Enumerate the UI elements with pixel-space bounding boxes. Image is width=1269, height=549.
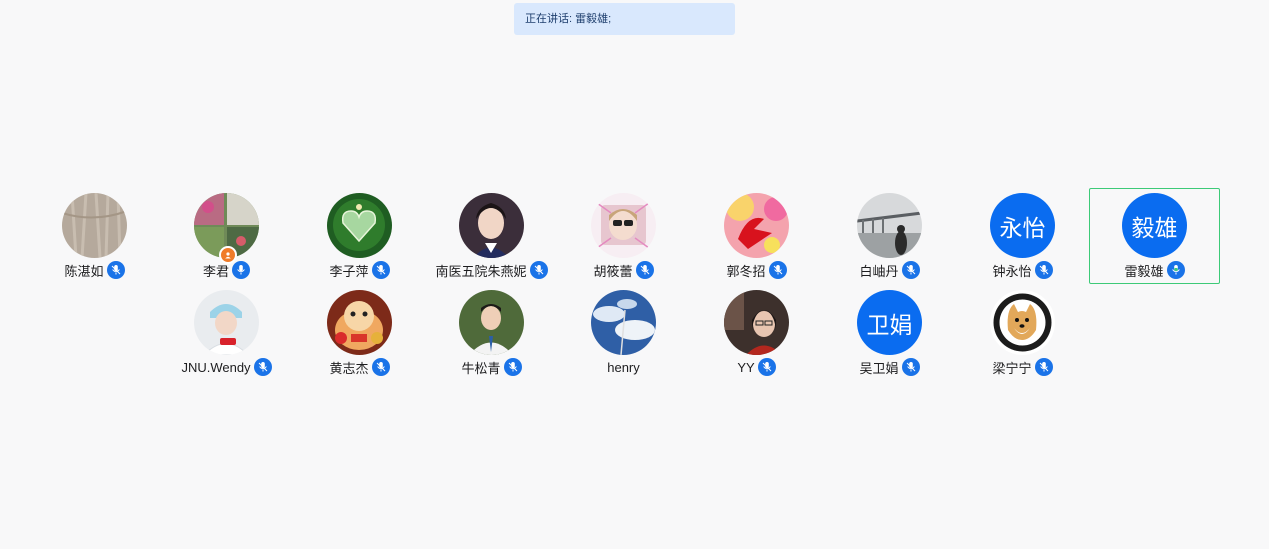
participant-tile[interactable]: JNU.Wendy bbox=[161, 285, 292, 381]
participant-name: JNU.Wendy bbox=[181, 359, 251, 375]
mic-muted-icon[interactable] bbox=[529, 261, 548, 279]
participant-tile[interactable]: 卫娟 吴卫娟 bbox=[824, 285, 955, 381]
participant-tile[interactable]: 李子萍 bbox=[294, 188, 425, 284]
participant-grid: 陈湛如 李君 李子萍 南医五院朱燕妮 胡筱蕾 郭冬招 白岫丹 永怡 钟永怡 毅雄… bbox=[0, 0, 1269, 549]
participant-name: 钟永怡 bbox=[992, 263, 1032, 279]
avatar bbox=[990, 290, 1055, 355]
avatar bbox=[327, 193, 392, 258]
participant-tile[interactable]: YY bbox=[691, 285, 822, 381]
mic-muted-icon[interactable] bbox=[757, 358, 776, 376]
avatar bbox=[459, 290, 524, 355]
avatar bbox=[459, 193, 524, 258]
participant-tile[interactable]: 白岫丹 bbox=[824, 188, 955, 284]
participant-name: 黄志杰 bbox=[329, 360, 369, 376]
participant-name: 白岫丹 bbox=[859, 263, 899, 279]
avatar bbox=[591, 193, 656, 258]
avatar: 卫娟 bbox=[857, 290, 922, 355]
participant-name: 胡筱蕾 bbox=[593, 263, 633, 279]
participant-tile[interactable]: 李君 bbox=[161, 188, 292, 284]
mic-muted-icon[interactable] bbox=[503, 358, 522, 376]
mic-muted-icon[interactable] bbox=[901, 261, 920, 279]
participant-name: 陈湛如 bbox=[64, 263, 104, 279]
participant-name: 李子萍 bbox=[329, 263, 369, 279]
mic-speaking-icon[interactable] bbox=[1166, 261, 1185, 279]
avatar bbox=[327, 290, 392, 355]
mic-muted-icon[interactable] bbox=[253, 358, 272, 376]
participant-tile-active-speaker[interactable]: 毅雄 雷毅雄 bbox=[1089, 188, 1220, 284]
avatar bbox=[194, 290, 259, 355]
participant-name: henry bbox=[607, 359, 640, 375]
participant-name: 雷毅雄 bbox=[1124, 263, 1164, 279]
participant-tile[interactable]: 郭冬招 bbox=[691, 188, 822, 284]
mic-icon[interactable] bbox=[232, 261, 250, 279]
participant-tile[interactable]: henry bbox=[558, 285, 689, 381]
participant-name: 郭冬招 bbox=[726, 263, 766, 279]
mic-muted-icon[interactable] bbox=[371, 358, 390, 376]
participant-name: YY bbox=[737, 359, 755, 375]
mic-muted-icon[interactable] bbox=[768, 261, 787, 279]
avatar bbox=[724, 193, 789, 258]
mic-muted-icon[interactable] bbox=[635, 261, 654, 279]
participant-tile[interactable]: 南医五院朱燕妮 bbox=[426, 188, 557, 284]
participant-tile[interactable]: 永怡 钟永怡 bbox=[957, 188, 1088, 284]
participant-name: 李君 bbox=[202, 263, 229, 279]
mic-muted-icon[interactable] bbox=[1034, 261, 1053, 279]
avatar-initials: 卫娟 bbox=[866, 311, 913, 338]
mic-muted-icon[interactable] bbox=[901, 358, 920, 376]
participant-name: 牛松青 bbox=[461, 360, 501, 376]
avatar: 毅雄 bbox=[1122, 193, 1187, 258]
mic-muted-icon[interactable] bbox=[106, 261, 125, 279]
participant-name: 吴卫娟 bbox=[859, 360, 899, 376]
avatar bbox=[591, 290, 656, 355]
participant-name: 梁宁宁 bbox=[992, 360, 1032, 376]
mic-muted-icon[interactable] bbox=[1034, 358, 1053, 376]
participant-name: 南医五院朱燕妮 bbox=[435, 263, 527, 279]
participant-tile[interactable]: 梁宁宁 bbox=[957, 285, 1088, 381]
participant-tile[interactable]: 黄志杰 bbox=[294, 285, 425, 381]
mic-muted-icon[interactable] bbox=[371, 261, 390, 279]
avatar bbox=[857, 193, 922, 258]
avatar: 永怡 bbox=[990, 193, 1055, 258]
avatar-initials: 毅雄 bbox=[1131, 214, 1178, 241]
participant-tile[interactable]: 牛松青 bbox=[426, 285, 557, 381]
avatar bbox=[62, 193, 127, 258]
participant-tile[interactable]: 陈湛如 bbox=[29, 188, 160, 284]
avatar bbox=[724, 290, 789, 355]
participant-tile[interactable]: 胡筱蕾 bbox=[558, 188, 689, 284]
avatar-initials: 永怡 bbox=[999, 214, 1046, 241]
